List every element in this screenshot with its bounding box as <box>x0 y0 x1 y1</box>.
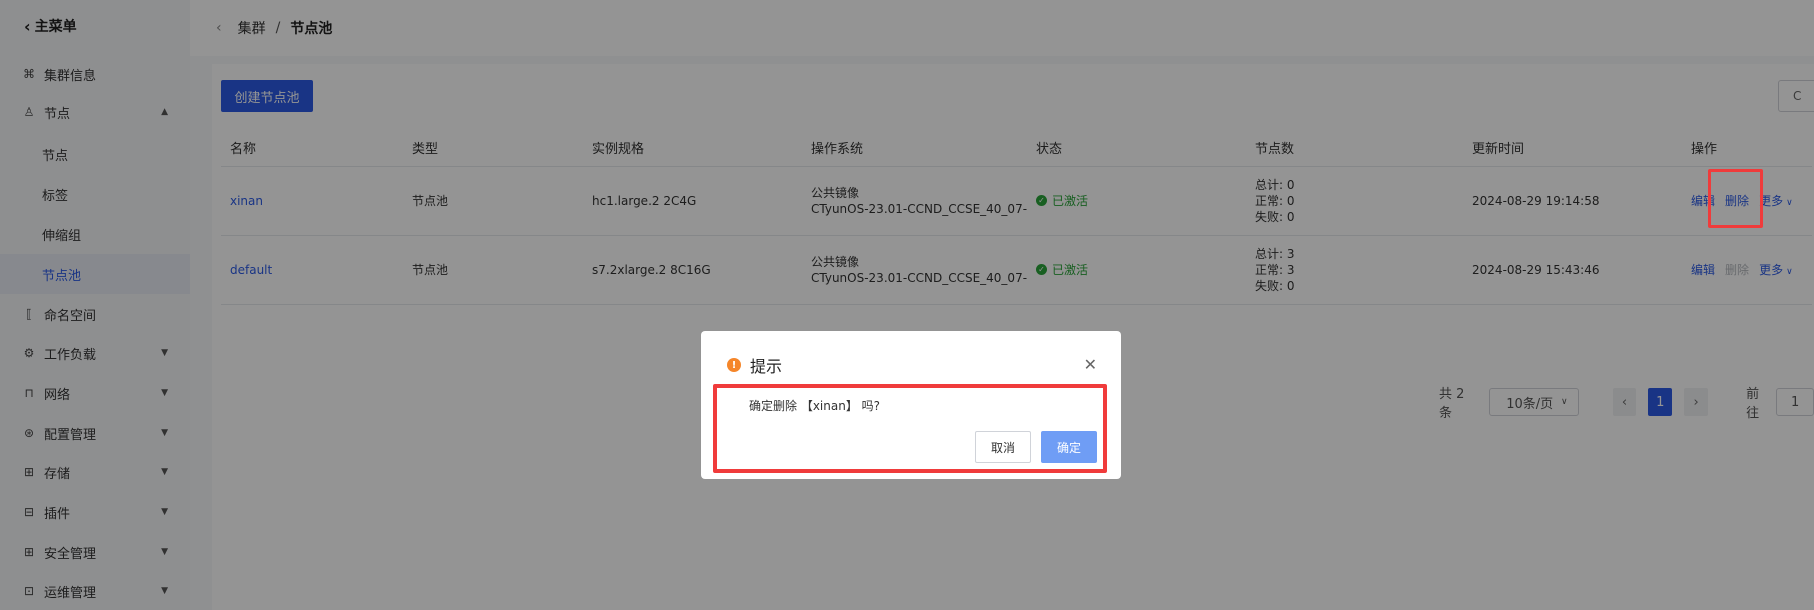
dialog-title: ! 提示 <box>727 353 782 377</box>
highlight-box-delete <box>1708 169 1763 228</box>
warning-icon: ! <box>727 358 741 372</box>
highlight-box-dialog <box>713 384 1107 473</box>
dialog-title-text: 提示 <box>750 357 783 376</box>
modal-overlay[interactable] <box>0 0 1814 610</box>
close-icon[interactable]: ✕ <box>1084 355 1097 374</box>
